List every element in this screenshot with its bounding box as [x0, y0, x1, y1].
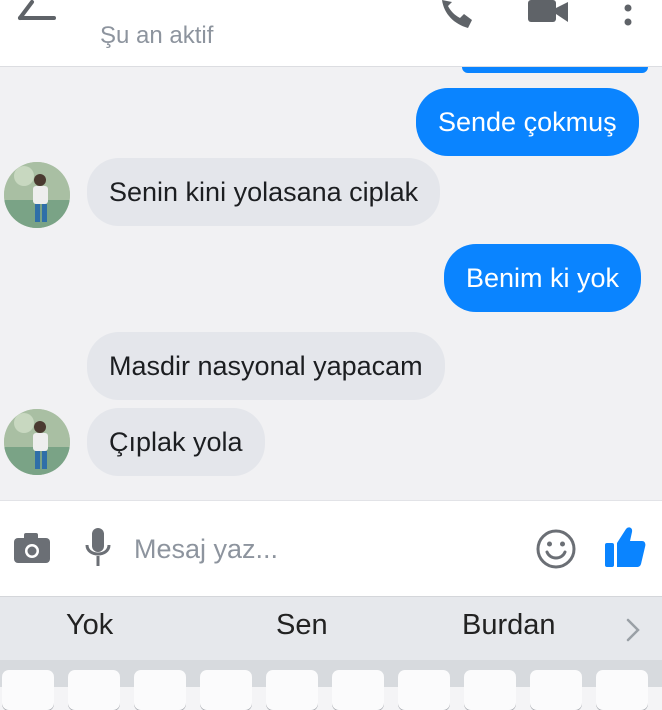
- previous-message-edge: [462, 67, 648, 73]
- avatar[interactable]: [4, 409, 70, 475]
- active-status: Şu an aktif: [100, 22, 214, 49]
- microphone-icon[interactable]: [84, 527, 112, 569]
- message-bubble-incoming[interactable]: Senin kini yolasana ciplak: [87, 158, 441, 226]
- keyboard-key[interactable]: [2, 670, 54, 710]
- avatar[interactable]: [4, 162, 70, 228]
- suggestion-item[interactable]: Burdan: [462, 609, 556, 642]
- avatar-photo-icon: [4, 162, 70, 228]
- avatar-photo-icon: [4, 409, 70, 475]
- smiley-icon[interactable]: [534, 527, 578, 571]
- keyboard-key[interactable]: [68, 670, 120, 710]
- suggestion-item[interactable]: Sen: [276, 609, 328, 642]
- arrow-left-icon[interactable]: [14, 0, 64, 30]
- message-composer: [0, 500, 662, 597]
- keyboard-key[interactable]: [596, 670, 648, 710]
- message-bubble-incoming[interactable]: Çıplak yola: [87, 408, 265, 476]
- camera-icon[interactable]: [12, 531, 52, 565]
- message-bubble-incoming[interactable]: Masdir nasyonal yapacam: [87, 332, 445, 400]
- keyboard-key[interactable]: [266, 670, 318, 710]
- thumbs-up-icon[interactable]: [604, 525, 646, 569]
- keyboard-key[interactable]: [134, 670, 186, 710]
- keyboard-key[interactable]: [200, 670, 252, 710]
- message-thread[interactable]: Sende çokmuş Senin kini yolasana ciplak …: [0, 67, 662, 500]
- more-vertical-icon[interactable]: [620, 0, 636, 34]
- message-bubble-outgoing[interactable]: Sende çokmuş: [416, 88, 639, 156]
- chevron-right-icon[interactable]: [624, 617, 642, 643]
- keyboard-key[interactable]: [530, 670, 582, 710]
- chat-header: Şu an aktif: [0, 0, 662, 67]
- keyboard-key[interactable]: [332, 670, 384, 710]
- video-camera-icon[interactable]: [526, 0, 570, 26]
- keyboard-key[interactable]: [398, 670, 450, 710]
- keyboard-key[interactable]: [464, 670, 516, 710]
- message-bubble-outgoing[interactable]: Benim ki yok: [444, 244, 642, 312]
- phone-icon[interactable]: [438, 0, 478, 32]
- suggestion-item[interactable]: Yok: [66, 609, 113, 642]
- keyboard: [0, 660, 662, 710]
- message-input[interactable]: [134, 529, 514, 569]
- keyboard-suggestions: Yok Sen Burdan: [0, 596, 662, 661]
